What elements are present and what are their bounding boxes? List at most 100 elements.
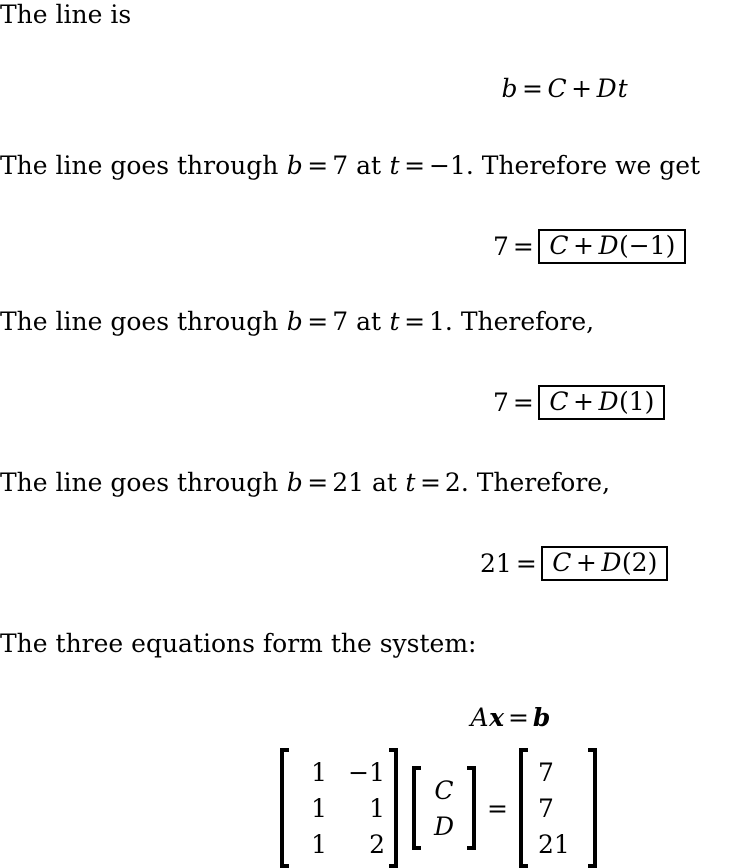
- point1-equals-1: =: [307, 151, 329, 180]
- matrix-A-body: 1 −1 1 1 1 2: [289, 748, 389, 868]
- point3-box-D: D: [601, 548, 622, 577]
- matrix-A-cell-2-0: 1: [311, 829, 327, 859]
- system-paragraph: The three equations form the system:: [0, 629, 477, 658]
- point2-boxed-equation: 7 = C + D(1): [493, 385, 666, 420]
- point2-paragraph: The line goes through b = 7 at t = 1. Theref…: [0, 309, 594, 334]
- point3-paragraph: The line goes through b = 21 at t = 2. There…: [0, 470, 610, 495]
- point2-box-arg: (1): [619, 387, 655, 416]
- point3-equals-1: =: [307, 468, 329, 497]
- point3-box-arg: (2): [621, 548, 658, 577]
- point3-var-t: t: [405, 468, 416, 497]
- matrix-equation-equals: =: [487, 793, 508, 823]
- point1-text-suffix: . Therefore we get: [465, 151, 701, 180]
- point1-value-b: 7: [332, 151, 349, 180]
- line-equation-D: D: [596, 74, 617, 103]
- matrix-row: C: [427, 772, 461, 808]
- matrix-A-cell-1-0: 1: [311, 793, 327, 823]
- axb-equation: Ax = b: [470, 703, 551, 732]
- vector-x-body: C D: [421, 766, 467, 850]
- point3-value-t: 2: [444, 468, 461, 497]
- axb-equals: =: [507, 703, 529, 732]
- point1-text-mid: at: [348, 151, 390, 180]
- vector-b-left-bracket: [518, 748, 528, 868]
- point3-text-prefix: The line goes through: [0, 468, 287, 497]
- point3-equals-2: =: [419, 468, 441, 497]
- point2-box-C: C: [549, 387, 569, 416]
- line-equation-plus: +: [571, 74, 593, 103]
- point1-var-b: b: [286, 151, 303, 180]
- intro-paragraph: The line is: [0, 0, 132, 29]
- vector-b-cell-1: 7: [537, 793, 554, 823]
- point3-text-mid: at: [364, 468, 405, 497]
- point1-box-C: C: [549, 231, 569, 260]
- matrix-A-cell-1-1: 1: [369, 793, 385, 823]
- line-equation-b: b: [501, 74, 518, 103]
- matrix-row: 7: [534, 754, 582, 790]
- matrix-row: D: [427, 808, 461, 844]
- point1-box-arg: (−1): [619, 231, 676, 260]
- point1-box-D: D: [598, 231, 619, 260]
- vector-x-cell-1: D: [433, 811, 455, 841]
- point1-paragraph: The line goes through b = 7 at t = −1. There…: [0, 153, 700, 178]
- point2-text-mid: at: [348, 307, 390, 336]
- matrix-row: 1 −1: [293, 754, 385, 790]
- vector-b-right-bracket: [587, 748, 597, 868]
- vector-x: C D: [412, 766, 476, 850]
- line-equation-equals: =: [522, 74, 543, 103]
- point3-box-plus: +: [575, 548, 597, 577]
- point2-eq-lhs: 7: [493, 388, 509, 417]
- point3-value-b: 21: [332, 468, 365, 497]
- point2-var-t: t: [389, 307, 400, 336]
- point1-equals-2: =: [404, 151, 426, 180]
- vector-b-body: 7 7 21: [528, 748, 588, 868]
- matrix-A-right-bracket: [389, 748, 398, 868]
- line-equation-C: C: [547, 74, 567, 103]
- matrix-A-cell-2-1: 2: [369, 829, 385, 859]
- point1-text-prefix: The line goes through: [0, 151, 287, 180]
- point3-boxed-equation: 21 = C + D(2): [480, 546, 669, 581]
- point2-eq-equals: =: [512, 388, 534, 417]
- point3-eq-equals: =: [515, 549, 537, 578]
- matrix-A-cell-0-0: 1: [311, 757, 327, 787]
- vector-b-cell-2: 21: [537, 829, 570, 859]
- matrix-row: 1 1: [293, 790, 385, 826]
- point2-value-t: 1: [429, 307, 445, 336]
- point1-answer-box: C + D(−1): [537, 229, 687, 264]
- point1-value-t: −1: [429, 151, 466, 180]
- line-equation: b = C + Dt: [501, 76, 628, 101]
- point1-eq-lhs: 7: [493, 232, 509, 261]
- point1-var-t: t: [389, 151, 400, 180]
- point3-answer-box: C + D(2): [540, 546, 669, 581]
- matrix-row: 7: [534, 790, 582, 826]
- axb-vector-x: x: [489, 703, 504, 732]
- matrix-A-left-bracket: [280, 748, 289, 868]
- point2-value-b: 7: [332, 307, 349, 336]
- point3-text-suffix: . Therefore,: [460, 468, 611, 497]
- point2-answer-box: C + D(1): [537, 385, 666, 420]
- point1-boxed-equation: 7 = C + D(−1): [493, 229, 687, 264]
- matrix-A-cell-0-1: −1: [348, 757, 385, 787]
- vector-b: 7 7 21: [518, 748, 597, 868]
- point3-var-b: b: [286, 468, 303, 497]
- point3-box-C: C: [552, 548, 572, 577]
- matrix-equation: 1 −1 1 1 1 2 C D = 7 7 21: [280, 748, 597, 868]
- matrix-row: 1 2: [293, 826, 385, 862]
- point3-eq-lhs: 21: [480, 549, 512, 578]
- point1-eq-equals: =: [512, 232, 534, 261]
- vector-x-left-bracket: [412, 766, 421, 850]
- matrix-row: 21: [534, 826, 582, 862]
- matrix-A: 1 −1 1 1 1 2: [280, 748, 398, 868]
- point2-equals-2: =: [404, 307, 426, 336]
- axb-vector-b: b: [532, 703, 551, 732]
- point2-text-suffix: . Therefore,: [444, 307, 595, 336]
- axb-matrix-A: A: [470, 703, 489, 732]
- line-equation-t: t: [617, 74, 628, 103]
- point2-var-b: b: [286, 307, 303, 336]
- vector-b-cell-0: 7: [537, 757, 554, 787]
- point2-equals-1: =: [307, 307, 329, 336]
- point2-box-D: D: [598, 387, 619, 416]
- vector-x-right-bracket: [467, 766, 476, 850]
- document-page: The line is b = C + Dt The line goes through…: [0, 0, 749, 868]
- vector-x-cell-0: C: [434, 775, 454, 805]
- point1-box-plus: +: [573, 231, 594, 260]
